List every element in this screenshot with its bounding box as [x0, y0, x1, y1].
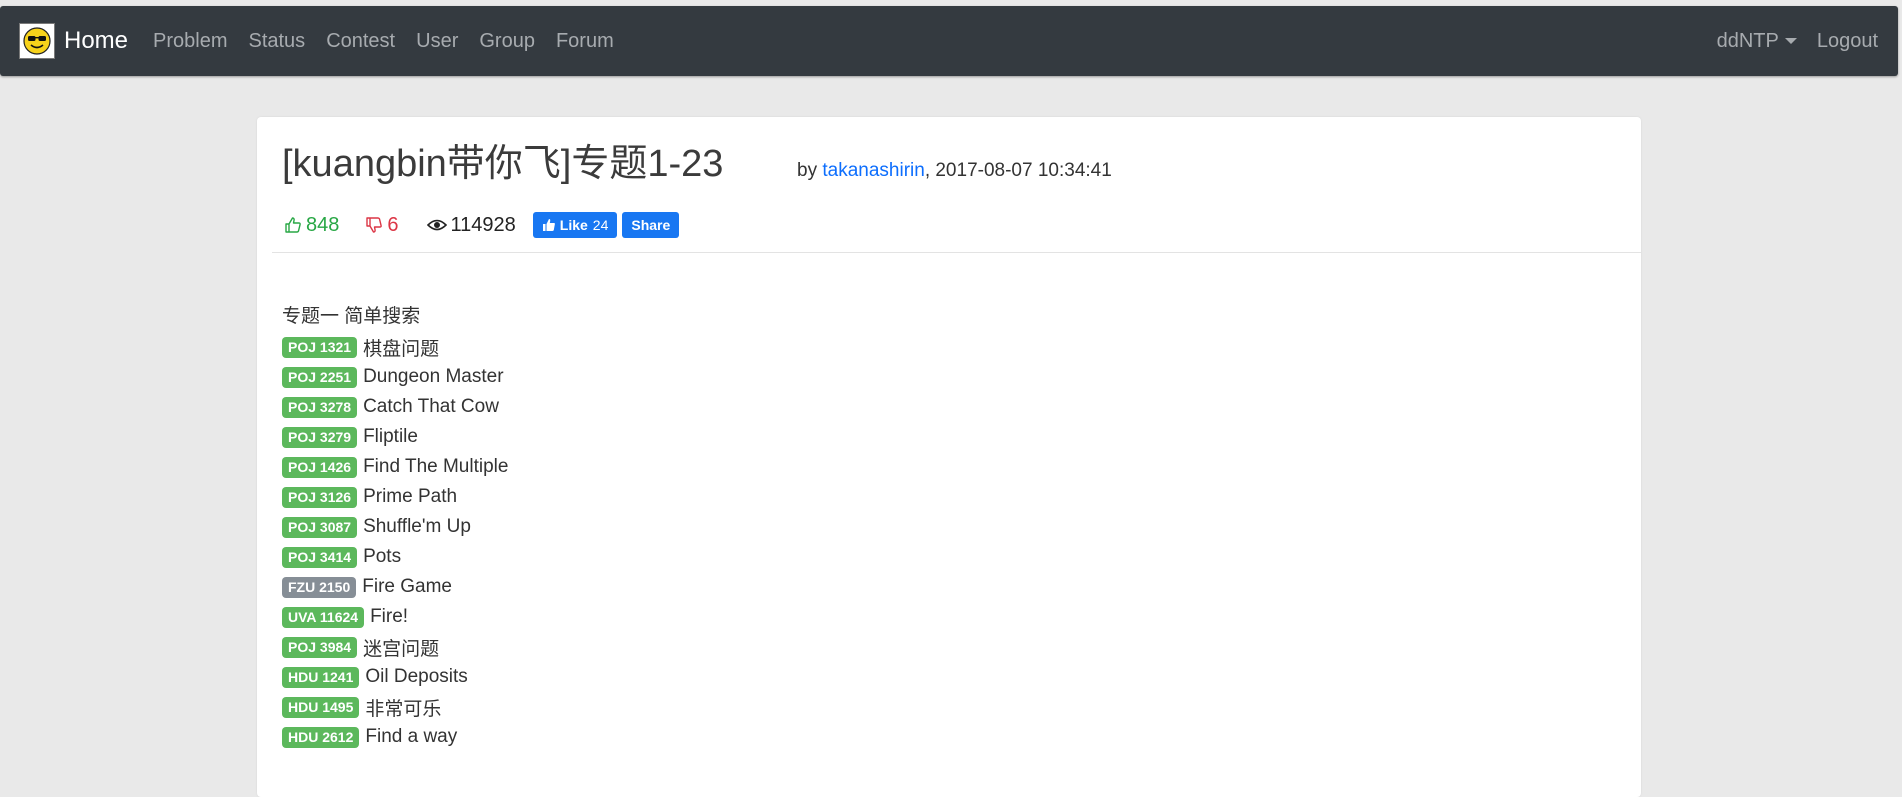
problem-title: 非常可乐 — [365, 698, 442, 720]
nav-status[interactable]: Status — [248, 29, 305, 53]
problem-row: HDU 1495 非常可乐 — [282, 692, 508, 722]
problem-title: Find a way — [365, 726, 458, 747]
problem-id-badge[interactable]: POJ 2251 — [282, 366, 358, 388]
problem-row: POJ 3279 Fliptile — [282, 422, 508, 452]
thumbs-up-icon — [542, 219, 555, 231]
like-button[interactable]: 848 — [284, 214, 339, 237]
likes-count: 848 — [306, 213, 340, 236]
problem-row: POJ 3087 Shuffle'm Up — [282, 512, 508, 542]
nav-problem[interactable]: Problem — [153, 29, 227, 53]
problem-title: 迷宫问题 — [363, 638, 440, 660]
problem-id-badge[interactable]: HDU 1495 — [282, 696, 360, 718]
user-dropdown[interactable]: ddNTP — [1717, 29, 1797, 53]
problem-title: Pots — [363, 546, 402, 567]
views-count: 114928 — [450, 213, 516, 236]
problem-title: Shuffle'm Up — [363, 516, 471, 537]
post-content: 专题一 简单搜索 POJ 1321 棋盘问题 POJ 2251 Dungeon Mas… — [282, 302, 508, 752]
brand[interactable]: Home — [19, 23, 128, 59]
nav-forum[interactable]: Forum — [556, 29, 614, 53]
facebook-like-label: Like — [559, 217, 588, 233]
problem-row: UVA 11624 Fire! — [282, 602, 508, 632]
problem-row: POJ 2251 Dungeon Master — [282, 362, 508, 392]
eye-icon — [426, 219, 447, 231]
nav-links: Problem Status Contest User Group Forum — [153, 29, 635, 53]
problem-id-badge[interactable]: FZU 2150 — [282, 576, 357, 598]
home-link[interactable]: Home — [64, 23, 128, 59]
problem-title: Dungeon Master — [363, 366, 504, 387]
post-title: [kuangbin带你飞]专题1-23 — [282, 143, 724, 185]
problem-id-badge[interactable]: POJ 3984 — [282, 636, 358, 658]
problem-row: FZU 2150 Fire Game — [282, 572, 508, 602]
dislikes-count: 6 — [387, 213, 399, 236]
problem-id-badge[interactable]: POJ 3087 — [282, 516, 358, 538]
problem-id-badge[interactable]: POJ 3414 — [282, 546, 358, 568]
problem-id-badge[interactable]: UVA 11624 — [282, 606, 365, 628]
problem-id-badge[interactable]: POJ 3126 — [282, 486, 358, 508]
divider — [272, 252, 1641, 253]
problem-id-badge[interactable]: HDU 1241 — [282, 666, 360, 688]
problem-row: HDU 1241 Oil Deposits — [282, 662, 508, 692]
nav-user[interactable]: User — [416, 29, 458, 53]
problem-row: HDU 2612 Find a way — [282, 722, 508, 752]
problem-id-badge[interactable]: POJ 3279 — [282, 426, 358, 448]
thumbs-up-icon — [285, 217, 301, 233]
dislike-button[interactable]: 6 — [365, 213, 399, 237]
problem-title: Prime Path — [363, 486, 458, 507]
problem-id-badge[interactable]: POJ 3278 — [282, 396, 358, 418]
smiley-sunglasses-logo-icon[interactable] — [19, 23, 55, 59]
top-navbar: Home Problem Status Contest User Group F… — [0, 6, 1898, 76]
problem-row: POJ 1426 Find The Multiple — [282, 452, 508, 482]
facebook-share-button[interactable]: Share — [622, 212, 680, 238]
facebook-like-count: 24 — [592, 217, 609, 233]
problem-row: POJ 3126 Prime Path — [282, 482, 508, 512]
nav-group[interactable]: Group — [479, 29, 535, 53]
views-stat: 114928 — [426, 213, 516, 237]
problem-title: Fliptile — [363, 426, 418, 447]
problem-id-badge[interactable]: POJ 1321 — [282, 336, 358, 358]
post-byline: by takanashirin, 2017-08-07 10:34:41 — [797, 160, 1112, 182]
logout-link[interactable]: Logout — [1817, 29, 1878, 53]
problem-id-badge[interactable]: HDU 2612 — [282, 726, 360, 748]
thumbs-down-icon — [366, 217, 383, 233]
by-prefix: by — [797, 160, 823, 181]
post-stats: 848 6 114928 Like 24 Share — [284, 212, 680, 238]
problem-row: POJ 3278 Catch That Cow — [282, 392, 508, 422]
problem-title: Fire! — [370, 606, 409, 627]
problem-row: POJ 3414 Pots — [282, 542, 508, 572]
problem-row: POJ 1321 棋盘问题 — [282, 332, 508, 362]
problem-title: Catch That Cow — [363, 396, 499, 417]
username: ddNTP — [1716, 30, 1779, 52]
problem-title: Find The Multiple — [363, 456, 509, 477]
post-card: [kuangbin带你飞]专题1-23 by takanashirin, 201… — [257, 117, 1641, 797]
problem-row: POJ 3984 迷宫问题 — [282, 632, 508, 662]
author-link[interactable]: takanashirin — [822, 160, 924, 181]
problem-title: 棋盘问题 — [363, 338, 440, 360]
facebook-like-button[interactable]: Like 24 — [532, 212, 618, 238]
caret-down-icon — [1784, 38, 1797, 44]
post-date: , 2017-08-07 10:34:41 — [924, 160, 1112, 181]
problem-title: Fire Game — [362, 576, 452, 597]
nav-right: ddNTP Logout — [1717, 29, 1878, 53]
problem-list: POJ 1321 棋盘问题 POJ 2251 Dungeon Master POJ 32… — [282, 332, 508, 752]
nav-contest[interactable]: Contest — [326, 29, 395, 53]
problem-id-badge[interactable]: POJ 1426 — [282, 456, 358, 478]
problem-title: Oil Deposits — [365, 666, 468, 687]
section-title: 专题一 简单搜索 — [282, 306, 421, 327]
